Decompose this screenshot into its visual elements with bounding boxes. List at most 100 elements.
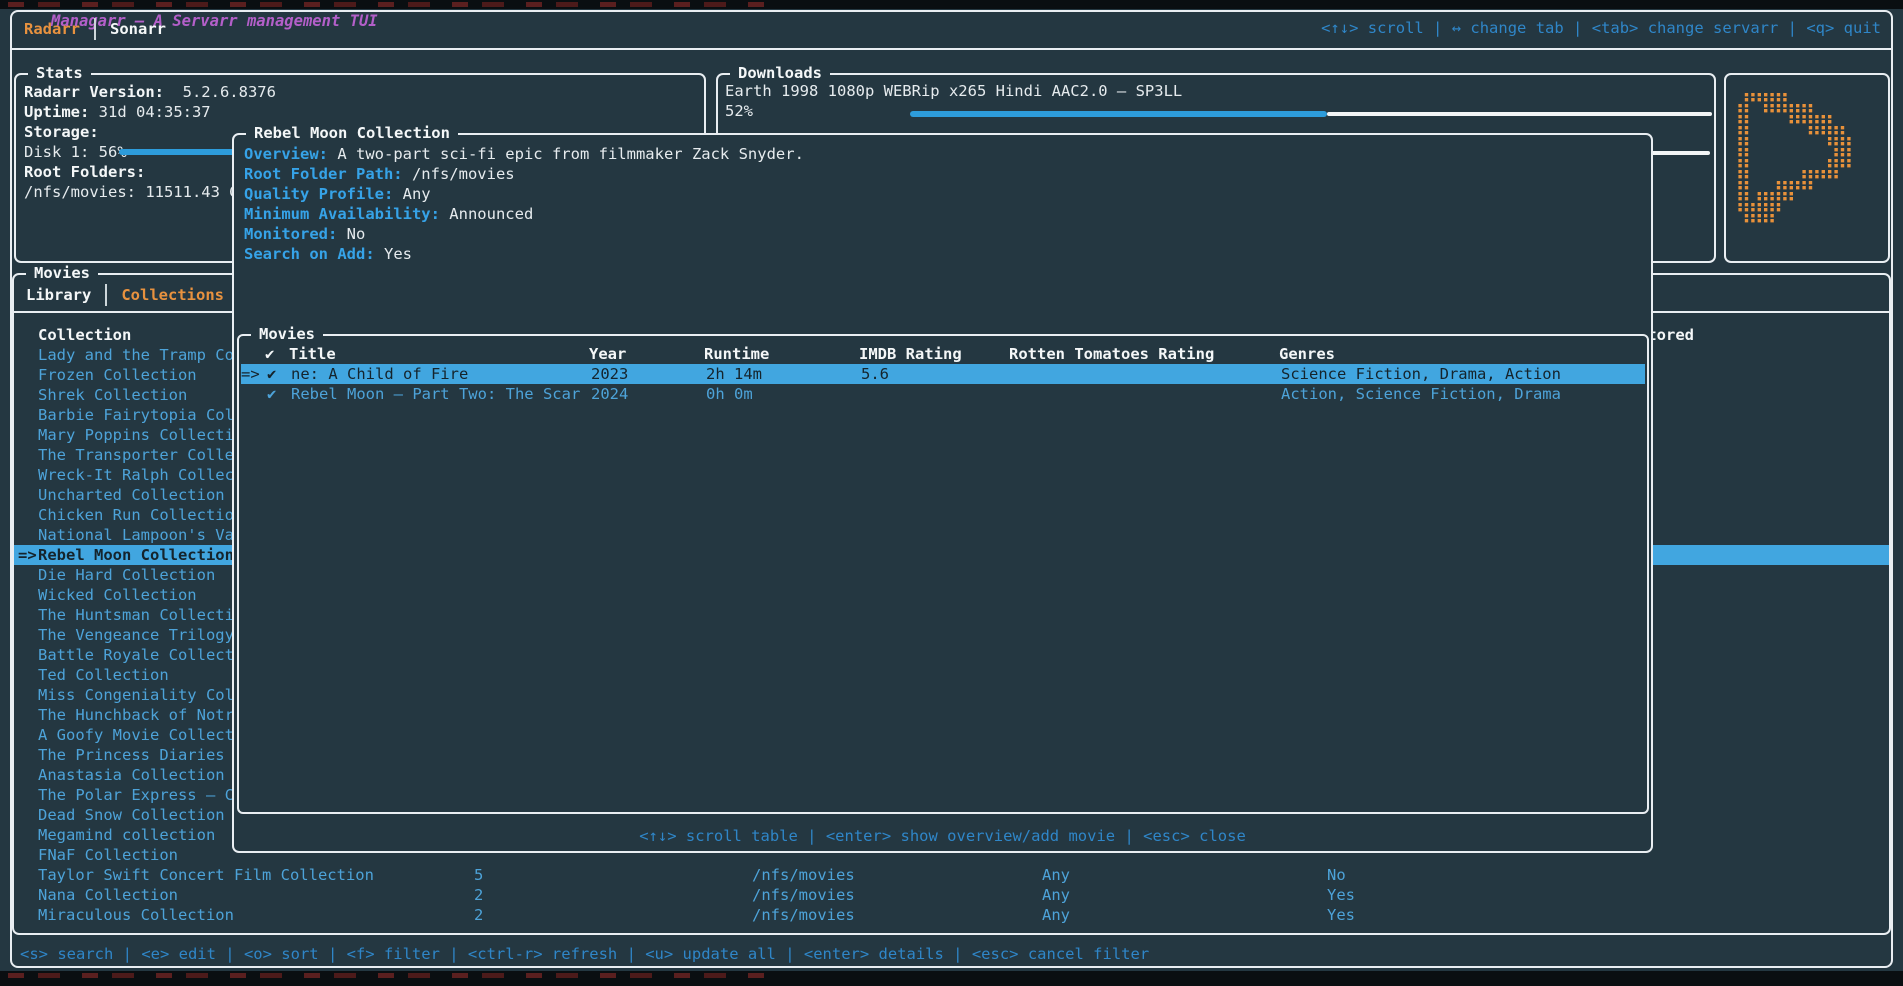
collection-name: Wicked Collection bbox=[38, 585, 197, 605]
managarr-logo-icon bbox=[1730, 91, 1890, 241]
collection-field: Monitored: No bbox=[244, 224, 1641, 244]
modal-help-keybinds: <↑↓> scroll table | <enter> show overvie… bbox=[234, 827, 1651, 845]
stats-panel-title: Stats bbox=[28, 64, 91, 82]
monitored-check: ✔ bbox=[267, 384, 291, 404]
collection-row[interactable]: Miraculous Collection2/nfs/moviesAnyYes bbox=[14, 905, 1889, 925]
collection-row[interactable]: Taylor Swift Concert Film Collection5/nf… bbox=[14, 865, 1889, 885]
collection-name: Miss Congeniality Col bbox=[38, 685, 234, 705]
collection-name: Die Hard Collection bbox=[38, 565, 215, 585]
collection-name: Chicken Run Collectio bbox=[38, 505, 234, 525]
modal-table-rows: =>✔ne: A Child of Fire20232h 14m5.6Scien… bbox=[241, 364, 1645, 404]
header-imdb-rating: IMDB Rating bbox=[859, 344, 1009, 364]
header-title: Title bbox=[289, 344, 589, 364]
tab-separator bbox=[105, 284, 107, 306]
header-separator bbox=[10, 48, 1893, 50]
terminal-artifact-bottom bbox=[0, 971, 1903, 986]
collection-value: Yes bbox=[1327, 905, 1355, 925]
download-progress-filled bbox=[910, 111, 1327, 117]
movie-genres: Action, Science Fiction, Drama bbox=[1281, 384, 1645, 404]
field-label: Monitored: bbox=[244, 225, 337, 243]
collection-name: Frozen Collection bbox=[38, 365, 197, 385]
top-keybinds: <↑↓> scroll | ↔ change tab | <tab> chang… bbox=[1321, 17, 1881, 40]
movie-rt-rating bbox=[1011, 384, 1281, 404]
movie-imdb-rating bbox=[861, 384, 1011, 404]
collection-root-folder: /nfs/movies bbox=[752, 885, 855, 905]
collection-name: Shrek Collection bbox=[38, 385, 187, 405]
field-value: /nfs/movies bbox=[403, 165, 515, 183]
selected-row-marker: => bbox=[18, 545, 37, 565]
field-value: Any bbox=[393, 185, 430, 203]
collection-name: The Hunchback of Notr bbox=[38, 705, 234, 725]
collection-name: The Vengeance Trilogy bbox=[38, 625, 234, 645]
header-runtime: Runtime bbox=[704, 344, 859, 364]
collection-root-folder: /nfs/movies bbox=[752, 865, 855, 885]
field-label: Search on Add: bbox=[244, 245, 375, 263]
collection-name: The Huntsman Collecti bbox=[38, 605, 234, 625]
uptime-value: 31d 04:35:37 bbox=[89, 103, 210, 121]
header-year: Year bbox=[589, 344, 704, 364]
collection-field: Search on Add: Yes bbox=[244, 244, 1641, 264]
downloads-panel-title: Downloads bbox=[730, 64, 830, 82]
collection-name: The Polar Express – C bbox=[38, 785, 234, 805]
collection-quality: Any bbox=[1042, 865, 1070, 885]
footer-keybinds: <s> search | <e> edit | <o> sort | <f> f… bbox=[20, 943, 1149, 965]
modal-movies-table-panel: Movies ✔ Title Year Runtime IMDB Rating … bbox=[237, 334, 1649, 814]
collection-name: A Goofy Movie Collect bbox=[38, 725, 234, 745]
terminal-artifact-top bbox=[0, 0, 1903, 9]
collection-name: Nana Collection bbox=[38, 885, 178, 905]
modal-movie-row[interactable]: =>✔ne: A Child of Fire20232h 14m5.6Scien… bbox=[241, 364, 1645, 384]
collection-column-header: Collection bbox=[38, 325, 131, 345]
movies-tab-library[interactable]: Library bbox=[24, 286, 93, 304]
movies-tab-collections[interactable]: Collections bbox=[119, 286, 226, 304]
field-label: Overview: bbox=[244, 145, 328, 163]
collection-value: Yes bbox=[1327, 885, 1355, 905]
row-marker: => bbox=[241, 364, 267, 384]
row-marker bbox=[241, 384, 267, 404]
field-label: Quality Profile: bbox=[244, 185, 393, 203]
movies-tabs: Library Collections bbox=[24, 284, 252, 306]
field-value: A two-part sci-fi epic from filmmaker Za… bbox=[328, 145, 804, 163]
collection-field: Root Folder Path: /nfs/movies bbox=[244, 164, 1641, 184]
collection-value: No bbox=[1327, 865, 1346, 885]
movie-year: 2023 bbox=[591, 364, 706, 384]
collection-quality: Any bbox=[1042, 885, 1070, 905]
field-label: Root Folder Path: bbox=[244, 165, 403, 183]
movie-year: 2024 bbox=[591, 384, 706, 404]
header-marker-spacer bbox=[239, 344, 265, 364]
collection-name: Battle Royale Collect bbox=[38, 645, 234, 665]
modal-table-header-row: ✔ Title Year Runtime IMDB Rating Rotten … bbox=[239, 344, 1647, 364]
collection-row[interactable]: Nana Collection2/nfs/moviesAnyYes bbox=[14, 885, 1889, 905]
collection-quality: Any bbox=[1042, 905, 1070, 925]
download-name: Earth 1998 1080p WEBRip x265 Hindi AAC2.… bbox=[725, 81, 1708, 101]
collection-name: Rebel Moon Collection bbox=[38, 545, 234, 565]
modal-title: Rebel Moon Collection bbox=[246, 124, 458, 142]
monitored-check: ✔ bbox=[267, 364, 291, 384]
collection-fields: Overview: A two-part sci-fi epic from fi… bbox=[244, 144, 1641, 264]
collection-name: FNaF Collection bbox=[38, 845, 178, 865]
movie-title: ne: A Child of Fire bbox=[291, 364, 591, 384]
collection-name: Dead Snow Collection bbox=[38, 805, 225, 825]
collection-field: Overview: A two-part sci-fi epic from fi… bbox=[244, 144, 1641, 164]
movie-title: Rebel Moon – Part Two: The Scar bbox=[291, 384, 591, 404]
collection-name: The Transporter Colle bbox=[38, 445, 234, 465]
servarr-tab-sonarr[interactable]: Sonarr bbox=[108, 20, 168, 38]
header-genres: Genres bbox=[1279, 344, 1647, 364]
movie-imdb-rating: 5.6 bbox=[861, 364, 1011, 384]
servarr-tab-radarr[interactable]: Radarr bbox=[22, 20, 82, 38]
collection-name: Uncharted Collection bbox=[38, 485, 225, 505]
modal-movies-table-title: Movies bbox=[251, 325, 323, 343]
collection-name: Mary Poppins Collecti bbox=[38, 425, 234, 445]
movie-genres: Science Fiction, Drama, Action bbox=[1281, 364, 1645, 384]
managarr-screen: Managarr – A Servarr management TUI Rada… bbox=[0, 0, 1903, 986]
uptime-label: Uptime: bbox=[24, 103, 89, 121]
radarr-version-value: 5.2.6.8376 bbox=[164, 83, 276, 101]
terminal-artifact-dashes bbox=[8, 2, 768, 7]
field-value: Announced bbox=[440, 205, 533, 223]
collection-root-folder: /nfs/movies bbox=[752, 905, 855, 925]
collection-name: The Princess Diaries bbox=[38, 745, 225, 765]
collection-field: Minimum Availability: Announced bbox=[244, 204, 1641, 224]
logo-panel bbox=[1724, 73, 1890, 263]
field-label: Minimum Availability: bbox=[244, 205, 440, 223]
modal-movie-row[interactable]: ✔Rebel Moon – Part Two: The Scar20240h 0… bbox=[241, 384, 1645, 404]
collection-movies: 2 bbox=[474, 905, 483, 925]
